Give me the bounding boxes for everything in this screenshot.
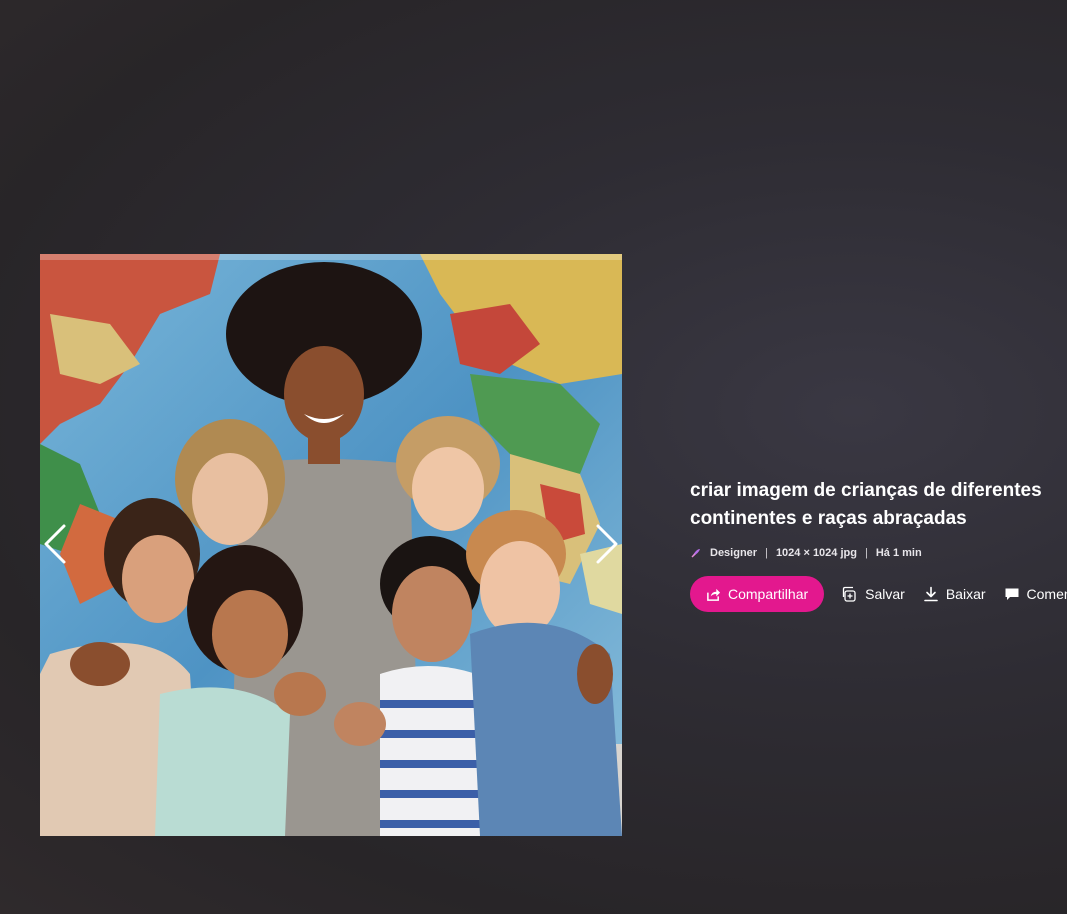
designer-icon [691,549,700,558]
chevron-right-icon [596,524,618,564]
meta-separator: | [864,547,868,559]
save-button[interactable]: Salvar [842,586,905,602]
download-button-label: Baixar [945,586,986,602]
image-title: criar imagem de crianças de diferentes c… [690,480,1042,529]
previous-image-button[interactable] [40,520,70,568]
comment-button[interactable]: Comentar [1004,586,1067,602]
next-image-button[interactable] [592,520,622,568]
image-actions: Compartilhar Salvar Baixar Come [690,576,1067,612]
download-icon [924,586,938,602]
save-collection-icon [842,586,856,602]
download-button[interactable]: Baixar [923,586,986,602]
meta-separator: | [765,547,768,559]
chevron-left-icon [44,524,66,564]
image-metadata: Designer | 1024 × 1024 jpg | Há 1 min [690,547,1067,559]
comment-button-label: Comentar [1026,586,1067,602]
share-icon [707,588,721,601]
image-time: Há 1 min [875,547,922,559]
save-button-label: Salvar [865,586,905,602]
comment-icon [1005,588,1019,600]
image-resolution: 1024 × 1024 jpg [775,547,857,559]
share-button[interactable]: Compartilhar [690,576,825,612]
generated-image-artwork [40,254,622,836]
image-details-panel: criar imagem de crianças de diferentes c… [690,477,1067,612]
generated-image[interactable] [40,254,622,836]
share-button-label: Compartilhar [728,586,809,602]
image-source: Designer [710,547,758,559]
image-viewer: criar imagem de crianças de diferentes c… [0,0,1067,914]
